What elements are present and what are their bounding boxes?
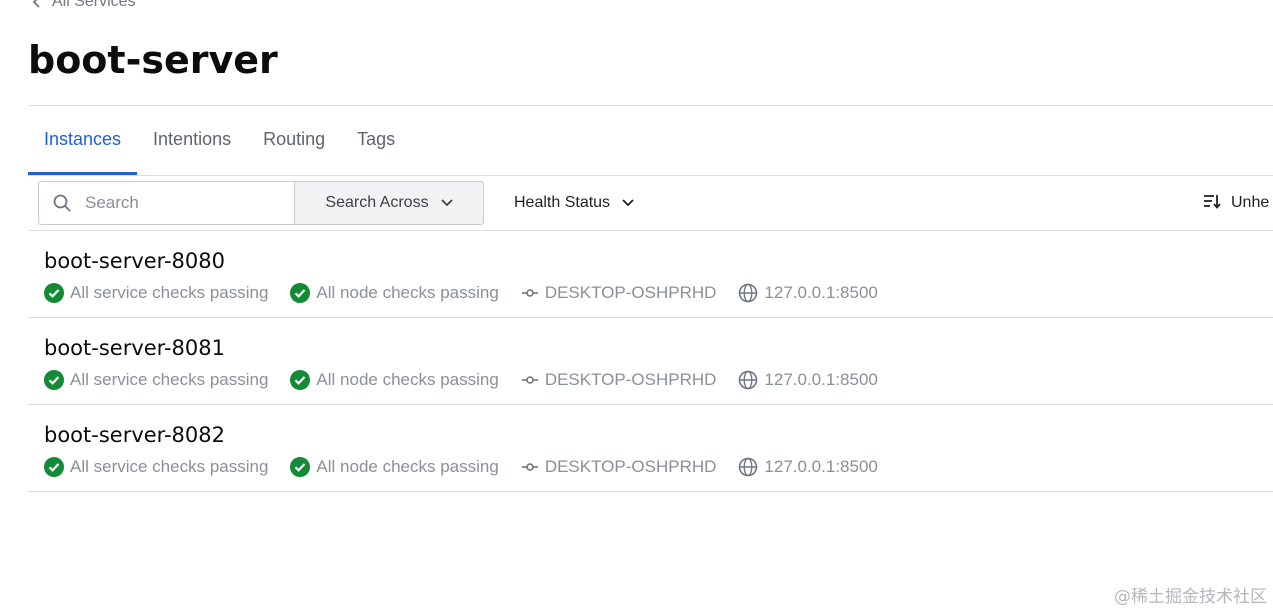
check-circle-icon <box>290 283 311 303</box>
chevron-down-icon <box>440 194 453 212</box>
instance-address: 127.0.0.1:8500 <box>738 370 878 390</box>
node-checks-text: All node checks passing <box>316 370 499 389</box>
service-checks-status: All service checks passing <box>44 457 268 477</box>
back-to-all-services-link[interactable]: All Services <box>32 0 136 10</box>
globe-icon <box>738 457 758 477</box>
tab-instances[interactable]: Instances <box>28 106 138 175</box>
list-item[interactable]: boot-server-8080 All service checks pass… <box>28 231 1273 318</box>
address-text: 127.0.0.1:8500 <box>764 370 878 389</box>
list-item[interactable]: boot-server-8082 All service checks pass… <box>28 405 1273 492</box>
instance-name: boot-server-8082 <box>44 423 225 447</box>
page-title: boot-server <box>28 38 278 82</box>
tab-routing[interactable]: Routing <box>247 106 341 175</box>
node-name-text: DESKTOP-OSHPRHD <box>544 370 717 389</box>
back-link-label: All Services <box>52 0 136 10</box>
instance-meta: All service checks passing All node chec… <box>44 368 1273 392</box>
instance-address: 127.0.0.1:8500 <box>738 283 878 303</box>
service-checks-status: All service checks passing <box>44 283 268 303</box>
health-status-dropdown[interactable]: Health Status <box>514 181 634 225</box>
search-across-dropdown[interactable]: Search Across <box>294 181 484 225</box>
globe-icon <box>738 370 758 390</box>
node-name-text: DESKTOP-OSHPRHD <box>544 283 717 302</box>
globe-icon <box>738 283 758 303</box>
watermark: @稀土掘金技术社区 <box>1114 587 1267 607</box>
search-input[interactable] <box>83 192 277 214</box>
address-text: 127.0.0.1:8500 <box>764 457 878 476</box>
address-text: 127.0.0.1:8500 <box>764 283 878 302</box>
node-name: DESKTOP-OSHPRHD <box>521 457 717 477</box>
node-name: DESKTOP-OSHPRHD <box>521 370 717 390</box>
instance-meta: All service checks passing All node chec… <box>44 455 1273 479</box>
instance-list: boot-server-8080 All service checks pass… <box>28 231 1273 492</box>
chevron-left-icon <box>32 0 42 8</box>
tab-tags[interactable]: Tags <box>341 106 411 175</box>
check-circle-icon <box>44 370 64 390</box>
node-checks-text: All node checks passing <box>316 457 499 476</box>
node-checks-status: All node checks passing <box>290 457 499 477</box>
instance-meta: All service checks passing All node chec… <box>44 281 1273 305</box>
sort-dropdown[interactable]: Unhe <box>1203 181 1269 225</box>
node-name: DESKTOP-OSHPRHD <box>521 283 717 303</box>
search-box <box>38 181 294 225</box>
service-tabs: Instances Intentions Routing Tags <box>28 106 1273 176</box>
service-checks-status: All service checks passing <box>44 370 268 390</box>
check-circle-icon <box>44 283 64 303</box>
list-item[interactable]: boot-server-8081 All service checks pass… <box>28 318 1273 405</box>
node-name-text: DESKTOP-OSHPRHD <box>544 457 717 476</box>
tab-intentions[interactable]: Intentions <box>137 106 247 175</box>
instance-name: boot-server-8081 <box>44 336 225 360</box>
node-icon <box>521 288 539 298</box>
chevron-down-icon <box>622 194 634 212</box>
service-checks-text: All service checks passing <box>70 457 269 476</box>
instances-toolbar: Search Across Health Status Unhe <box>28 176 1273 231</box>
check-circle-icon <box>290 370 311 390</box>
service-checks-text: All service checks passing <box>70 370 269 389</box>
node-icon <box>521 375 539 385</box>
service-checks-text: All service checks passing <box>70 283 269 302</box>
check-circle-icon <box>44 457 64 477</box>
search-across-label: Search Across <box>325 194 429 211</box>
health-status-label: Health Status <box>514 194 611 211</box>
sort-label: Unhe <box>1231 194 1270 211</box>
node-icon <box>521 462 539 472</box>
instance-address: 127.0.0.1:8500 <box>738 457 878 477</box>
check-circle-icon <box>290 457 311 477</box>
search-icon <box>53 194 71 212</box>
instance-name: boot-server-8080 <box>44 249 225 273</box>
node-checks-text: All node checks passing <box>316 283 499 302</box>
sort-icon <box>1203 193 1221 214</box>
node-checks-status: All node checks passing <box>290 370 499 390</box>
node-checks-status: All node checks passing <box>290 283 499 303</box>
